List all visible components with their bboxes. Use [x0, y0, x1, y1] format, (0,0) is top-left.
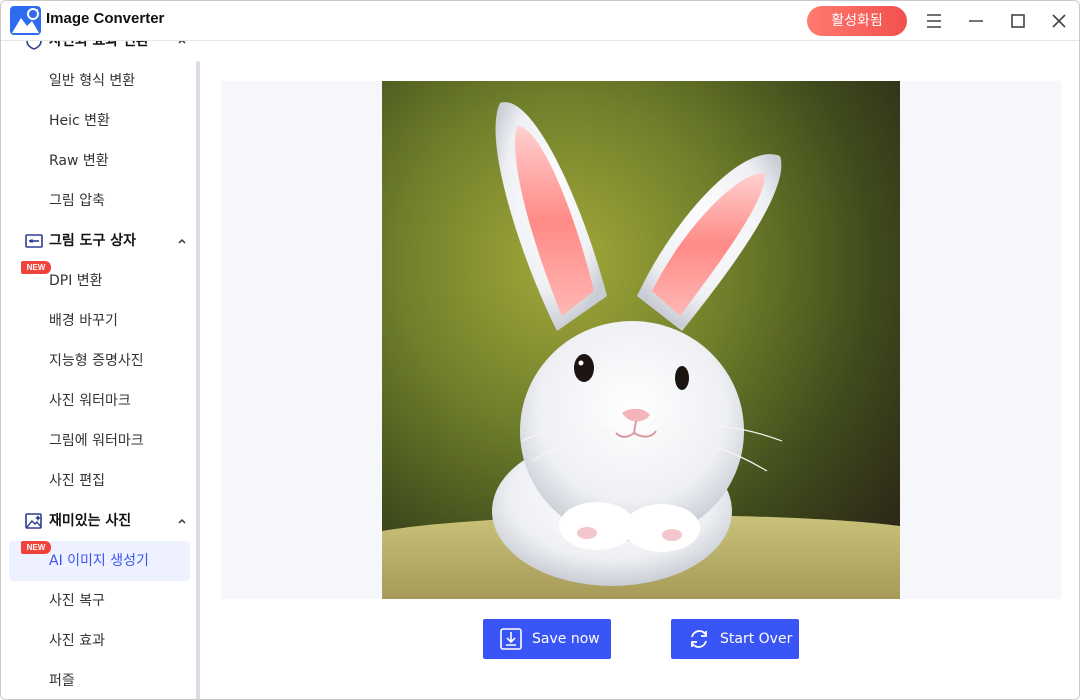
sidebar-item-id-photo[interactable]: 지능형 증명사진 [9, 341, 190, 381]
rabbit-image [382, 81, 900, 599]
chevron-up-icon [178, 41, 186, 44]
save-now-button[interactable]: Save now [483, 619, 611, 659]
sidebar-item-puzzle[interactable]: 퍼즐 [9, 661, 190, 699]
sidebar: 사진회 효과 변환 일반 형식 변환 Heic 변환 Raw 변환 그림 압축 … [1, 41, 199, 699]
sidebar-item-dpi-convert[interactable]: DPI 변환 [9, 261, 190, 301]
sidebar-item-raw-convert[interactable]: Raw 변환 [9, 141, 190, 181]
sidebar-item-photo-watermark[interactable]: 사진 워터마크 [9, 381, 190, 421]
sidebar-item-compress[interactable]: 그림 압축 [9, 181, 190, 221]
new-badge: NEW [21, 541, 51, 554]
app-title: Image Converter [46, 10, 165, 27]
close-icon[interactable] [1047, 9, 1071, 33]
sidebar-item-heic-convert[interactable]: Heic 변환 [9, 101, 190, 141]
sidebar-item-image-watermark[interactable]: 그림에 워터마크 [9, 421, 190, 461]
sidebar-item-general-convert[interactable]: 일반 형식 변환 [9, 61, 190, 101]
chevron-up-icon [178, 518, 186, 524]
generated-image [382, 81, 900, 599]
refresh-icon [691, 630, 707, 648]
sidebar-group-tools[interactable]: 그림 도구 상자 [1, 221, 199, 261]
main-panel: Save now Start Over [200, 41, 1079, 699]
sidebar-group-label: 그림 도구 상자 [49, 233, 137, 249]
app-window: Image Converter 활성화됨 사진회 효과 변환 일반 형식 변환 … [0, 0, 1080, 700]
sidebar-group-effects[interactable]: 사진회 효과 변환 [1, 41, 199, 61]
start-over-button[interactable]: Start Over [671, 619, 799, 659]
save-now-label: Save now [532, 631, 600, 647]
sidebar-item-photo-restore[interactable]: 사진 복구 [9, 581, 190, 621]
sidebar-group-label: 재미있는 사진 [49, 513, 132, 529]
activated-button[interactable]: 활성화됨 [807, 6, 907, 36]
sidebar-item-photo-effects[interactable]: 사진 효과 [9, 621, 190, 661]
start-over-label: Start Over [720, 631, 793, 647]
image-sparkle-icon [25, 513, 42, 529]
sidebar-item-photo-edit[interactable]: 사진 편집 [9, 461, 190, 501]
maximize-icon[interactable] [1006, 9, 1030, 33]
chevron-up-icon [178, 238, 186, 244]
preview-canvas [221, 81, 1061, 599]
shield-icon [26, 41, 42, 50]
app-logo-icon [10, 6, 41, 35]
title-bar: Image Converter 활성화됨 [1, 1, 1079, 41]
sidebar-item-background-change[interactable]: 배경 바꾸기 [9, 301, 190, 341]
sidebar-group-label: 사진회 효과 변환 [49, 41, 149, 49]
toolbox-icon [25, 234, 43, 248]
minimize-icon[interactable] [964, 9, 988, 33]
download-icon [500, 628, 522, 650]
sidebar-group-fun-photos[interactable]: 재미있는 사진 [1, 501, 199, 541]
menu-icon[interactable] [922, 9, 946, 33]
